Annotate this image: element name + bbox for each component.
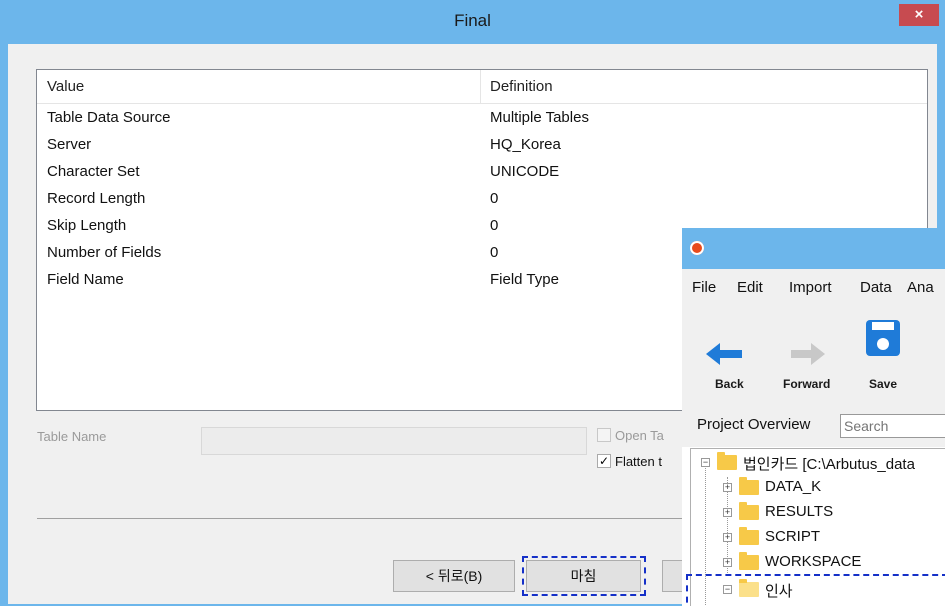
toolbar-forward-label: Forward [783,377,831,391]
list-row[interactable]: Table Data Source Multiple Tables [37,105,927,132]
app-titlebar[interactable] [682,228,945,269]
expand-icon[interactable]: + [723,558,732,567]
list-row[interactable]: Character Set UNICODE [37,159,927,186]
tree-highlight [686,574,945,606]
row-definition: UNICODE [490,163,560,180]
open-table-checkbox[interactable] [597,428,611,442]
folder-icon [739,477,759,495]
dialog-titlebar[interactable]: Final × [0,0,945,44]
row-value: Character Set [47,163,140,180]
tree-item-label: DATA_K [765,478,822,495]
tree-item-label: SCRIPT [765,528,821,545]
column-header-definition[interactable]: Definition [490,78,553,95]
column-header-value[interactable]: Value [47,78,84,95]
row-definition: 0 [490,217,499,234]
row-value: Field Name [47,271,124,288]
row-definition: 0 [490,244,499,261]
arrow-right-icon [791,343,825,365]
flatten-checkbox[interactable]: ✓ [597,454,611,468]
column-divider[interactable] [480,70,481,103]
back-button[interactable]: < 뒤로(B) [393,560,515,592]
toolbar-save-button[interactable]: Save [862,319,912,397]
list-row[interactable]: Server HQ_Korea [37,132,927,159]
menu-data[interactable]: Data [860,279,892,296]
toolbar-save-label: Save [869,377,898,391]
toolbar-forward-button[interactable]: Forward [777,327,837,397]
expand-icon[interactable]: + [723,508,732,517]
row-definition: Multiple Tables [490,109,589,126]
folder-icon [739,527,759,545]
tree-item-label: RESULTS [765,503,834,520]
menu-edit[interactable]: Edit [737,279,763,296]
toolbar-back-label: Back [715,377,744,391]
collapse-icon[interactable]: − [701,458,710,467]
folder-icon [717,452,737,470]
row-definition: HQ_Korea [490,136,561,153]
menu-file[interactable]: File [692,279,716,296]
flatten-label: Flatten t [615,454,662,469]
row-definition: Field Type [490,271,559,288]
arbutus-window: File Edit Import Data Ana Back Forward S… [682,228,945,606]
tree-item[interactable]: + RESULTS [691,502,945,526]
row-value: Server [47,136,92,153]
tree-item[interactable]: + WORKSPACE [691,552,945,576]
row-value: Record Length [47,190,146,207]
tree-item[interactable]: + SCRIPT [691,527,945,551]
project-overview-label: Project Overview [697,416,811,433]
tree-item-root[interactable]: − 법인카드 [C:\Arbutus_data [691,452,945,476]
row-value: Table Data Source [47,109,171,126]
menu-analyze[interactable]: Ana [907,279,934,296]
close-button[interactable]: × [899,4,939,26]
arrow-left-icon [706,343,742,365]
tree-item[interactable]: + DATA_K [691,477,945,501]
search-input[interactable] [840,414,945,438]
menu-bar: File Edit Import Data Ana [682,269,945,308]
project-overview-bar: Project Overview [682,403,945,447]
toolbar: Back Forward Save [682,307,945,404]
tree-item-label: 법인카드 [C:\Arbutus_data [743,456,915,473]
open-table-label: Open Ta [615,428,664,443]
finish-highlight [522,556,646,596]
dialog-title: Final [454,11,491,30]
list-header: Value Definition [37,70,927,104]
row-definition: 0 [490,190,499,207]
expand-icon[interactable]: + [723,483,732,492]
tree-item-label: WORKSPACE [765,553,862,570]
row-value: Skip Length [47,217,127,234]
toolbar-back-button[interactable]: Back [700,327,750,397]
arbutus-logo-icon [690,241,704,255]
table-name-input[interactable] [201,427,587,455]
save-icon [866,320,900,356]
expand-icon[interactable]: + [723,533,732,542]
menu-import[interactable]: Import [789,279,832,296]
list-row[interactable]: Record Length 0 [37,186,927,213]
table-name-label: Table Name [37,429,107,444]
folder-icon [739,502,759,520]
row-value: Number of Fields [47,244,162,261]
folder-icon [739,552,759,570]
